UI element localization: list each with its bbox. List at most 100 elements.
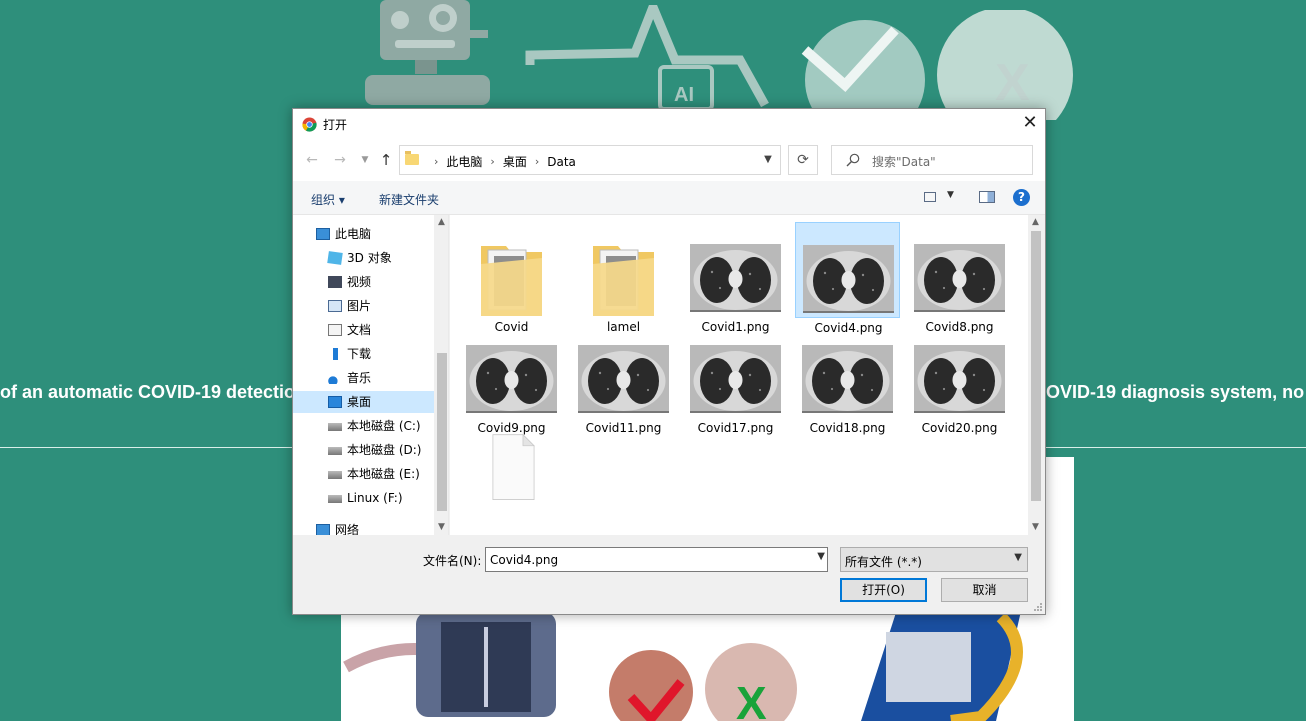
image-file-item[interactable]: Covid11.png	[571, 323, 676, 435]
folder-item[interactable]: lamel	[571, 222, 676, 334]
file-type-value: 所有文件 (*.*)	[845, 555, 922, 569]
file-type-select[interactable]: 所有文件 (*.*) ▼	[840, 547, 1028, 572]
sidebar-item-label: 此电脑	[335, 227, 372, 241]
breadcrumb-item-data[interactable]: Data	[547, 155, 576, 169]
sidebar-item[interactable]: 本地磁盘 (C:)	[293, 415, 434, 437]
refresh-icon[interactable]: ⟳	[788, 145, 818, 175]
image-file-item[interactable]: Covid20.png	[907, 323, 1012, 435]
cancel-button[interactable]: 取消	[941, 578, 1028, 602]
breadcrumb-item-desktop[interactable]: 桌面	[503, 153, 527, 170]
chevron-down-icon: ▼	[1014, 552, 1022, 563]
open-file-dialog: 打开 ✕ ← → ▼ ↑ › 此电脑 › 桌面 › Data ▼ ⟳ 搜索"Da…	[292, 108, 1046, 615]
folder-icon	[405, 151, 419, 165]
svg-text:X: X	[736, 677, 767, 721]
image-file-item[interactable]: Covid4.png	[795, 222, 900, 335]
sidebar-item[interactable]: 桌面	[293, 391, 434, 413]
ct-scan-thumbnail	[802, 345, 893, 413]
forward-arrow-icon[interactable]: →	[331, 151, 349, 169]
music-icon	[328, 372, 342, 384]
sidebar-item-label: 本地磁盘 (C:)	[347, 419, 421, 433]
scrollbar-thumb[interactable]	[1031, 231, 1041, 501]
scrollbar-thumb[interactable]	[437, 353, 447, 511]
image-file-item[interactable]: Covid17.png	[683, 323, 788, 435]
sidebar-item[interactable]: 视频	[293, 271, 434, 293]
scroll-up-icon[interactable]: ▲	[1028, 215, 1043, 230]
view-dropdown-icon[interactable]: ▼	[947, 190, 954, 200]
ct-scan-thumbnail	[803, 245, 894, 313]
file-name: Covid18.png	[809, 421, 886, 435]
dialog-titlebar: 打开 ✕	[293, 109, 1045, 139]
chevron-right-icon: ›	[534, 155, 540, 168]
robot-illustration	[365, 0, 490, 105]
file-list-scrollbar[interactable]: ▲ ▼	[1028, 215, 1044, 535]
sidebar-item-label: Linux (F:)	[347, 491, 403, 505]
filename-value: Covid4.png	[490, 553, 559, 567]
sidebar-item-label: 3D 对象	[347, 251, 392, 265]
scroll-down-icon[interactable]: ▼	[1028, 520, 1043, 535]
new-folder-button[interactable]: 新建文件夹	[379, 191, 439, 208]
computer-icon	[316, 228, 330, 240]
sidebar-item[interactable]: 下载	[293, 343, 434, 365]
filename-field[interactable]: Covid4.png ▼	[485, 547, 828, 572]
search-icon	[846, 153, 860, 167]
documents-icon	[328, 324, 342, 336]
image-file-item[interactable]: Covid18.png	[795, 323, 900, 435]
sidebar-item[interactable]: 网络	[293, 519, 434, 535]
sidebar-item[interactable]: 文档	[293, 319, 434, 341]
ai-arrow-illustration: AI	[525, 5, 769, 110]
view-options-icon[interactable]	[924, 192, 936, 202]
image-file-item[interactable]: Covid1.png	[683, 222, 788, 334]
image-file-item[interactable]: Covid9.png	[459, 323, 564, 435]
sidebar-item[interactable]: 本地磁盘 (E:)	[293, 463, 434, 485]
file-list: Covid lamel Covid1.png Covid4.png Covid8.png…	[450, 215, 1044, 535]
ct-scan-thumbnail	[914, 244, 1005, 312]
organize-button[interactable]: 组织 ▾	[311, 191, 345, 208]
folder-icon	[593, 246, 654, 316]
folder-icon	[481, 246, 542, 316]
chevron-down-icon[interactable]: ▼	[817, 551, 825, 562]
sidebar-item[interactable]: 图片	[293, 295, 434, 317]
file-item[interactable]	[459, 423, 564, 519]
chevron-right-icon: ›	[490, 155, 495, 168]
search-input[interactable]: 搜索"Data"	[831, 145, 1033, 175]
recent-locations-dropdown-icon[interactable]: ▼	[356, 151, 374, 169]
sidebar-item-label: 文档	[347, 323, 372, 337]
sidebar-item[interactable]: 本地磁盘 (D:)	[293, 439, 434, 461]
dialog-title: 打开	[323, 118, 348, 132]
preview-pane-icon[interactable]	[979, 191, 995, 203]
network-icon	[316, 524, 330, 535]
image-file-item[interactable]: Covid8.png	[907, 222, 1012, 334]
scroll-down-icon[interactable]: ▼	[434, 520, 448, 535]
sidebar-item-label: 音乐	[347, 371, 372, 385]
file-name: Covid11.png	[585, 421, 662, 435]
sidebar-item[interactable]: 此电脑	[293, 223, 434, 245]
sidebar-item[interactable]: Linux (F:)	[293, 487, 434, 509]
up-arrow-icon[interactable]: ↑	[377, 151, 395, 169]
open-button[interactable]: 打开(O)	[840, 578, 927, 602]
chevron-right-icon: ›	[434, 155, 439, 168]
ct-scan-thumbnail	[914, 345, 1005, 413]
address-bar[interactable]: › 此电脑 › 桌面 › Data ▼	[399, 145, 781, 175]
chevron-down-icon[interactable]: ▼	[757, 147, 779, 173]
breadcrumb-item-this-pc[interactable]: 此电脑	[446, 153, 482, 170]
file-name: Covid20.png	[921, 421, 998, 435]
dialog-footer: 文件名(N): Covid4.png ▼ 所有文件 (*.*) ▼ 打开(O) …	[293, 535, 1045, 614]
sidebar-item-label: 图片	[347, 299, 372, 313]
back-arrow-icon[interactable]: ←	[303, 151, 321, 169]
virus-illustration: X	[801, 10, 1073, 120]
drive-icon	[328, 423, 342, 431]
pictures-icon	[328, 300, 342, 312]
blank-file-icon	[492, 433, 536, 500]
sidebar-item[interactable]: 音乐	[293, 367, 434, 389]
resize-grip-icon[interactable]	[1033, 602, 1043, 612]
marquee-text-left: of an automatic COVID-19 detectio	[0, 382, 292, 402]
ct-scan-thumbnail	[578, 345, 669, 413]
folder-item[interactable]: Covid	[459, 222, 564, 334]
close-icon[interactable]: ✕	[1015, 109, 1045, 139]
help-icon[interactable]: ?	[1013, 189, 1030, 206]
sidebar-scrollbar[interactable]: ▲ ▼	[434, 215, 448, 535]
file-name: Covid17.png	[697, 421, 774, 435]
sidebar-item-label: 视频	[347, 275, 372, 289]
sidebar-item[interactable]: 3D 对象	[293, 247, 434, 269]
scroll-up-icon[interactable]: ▲	[434, 215, 448, 230]
